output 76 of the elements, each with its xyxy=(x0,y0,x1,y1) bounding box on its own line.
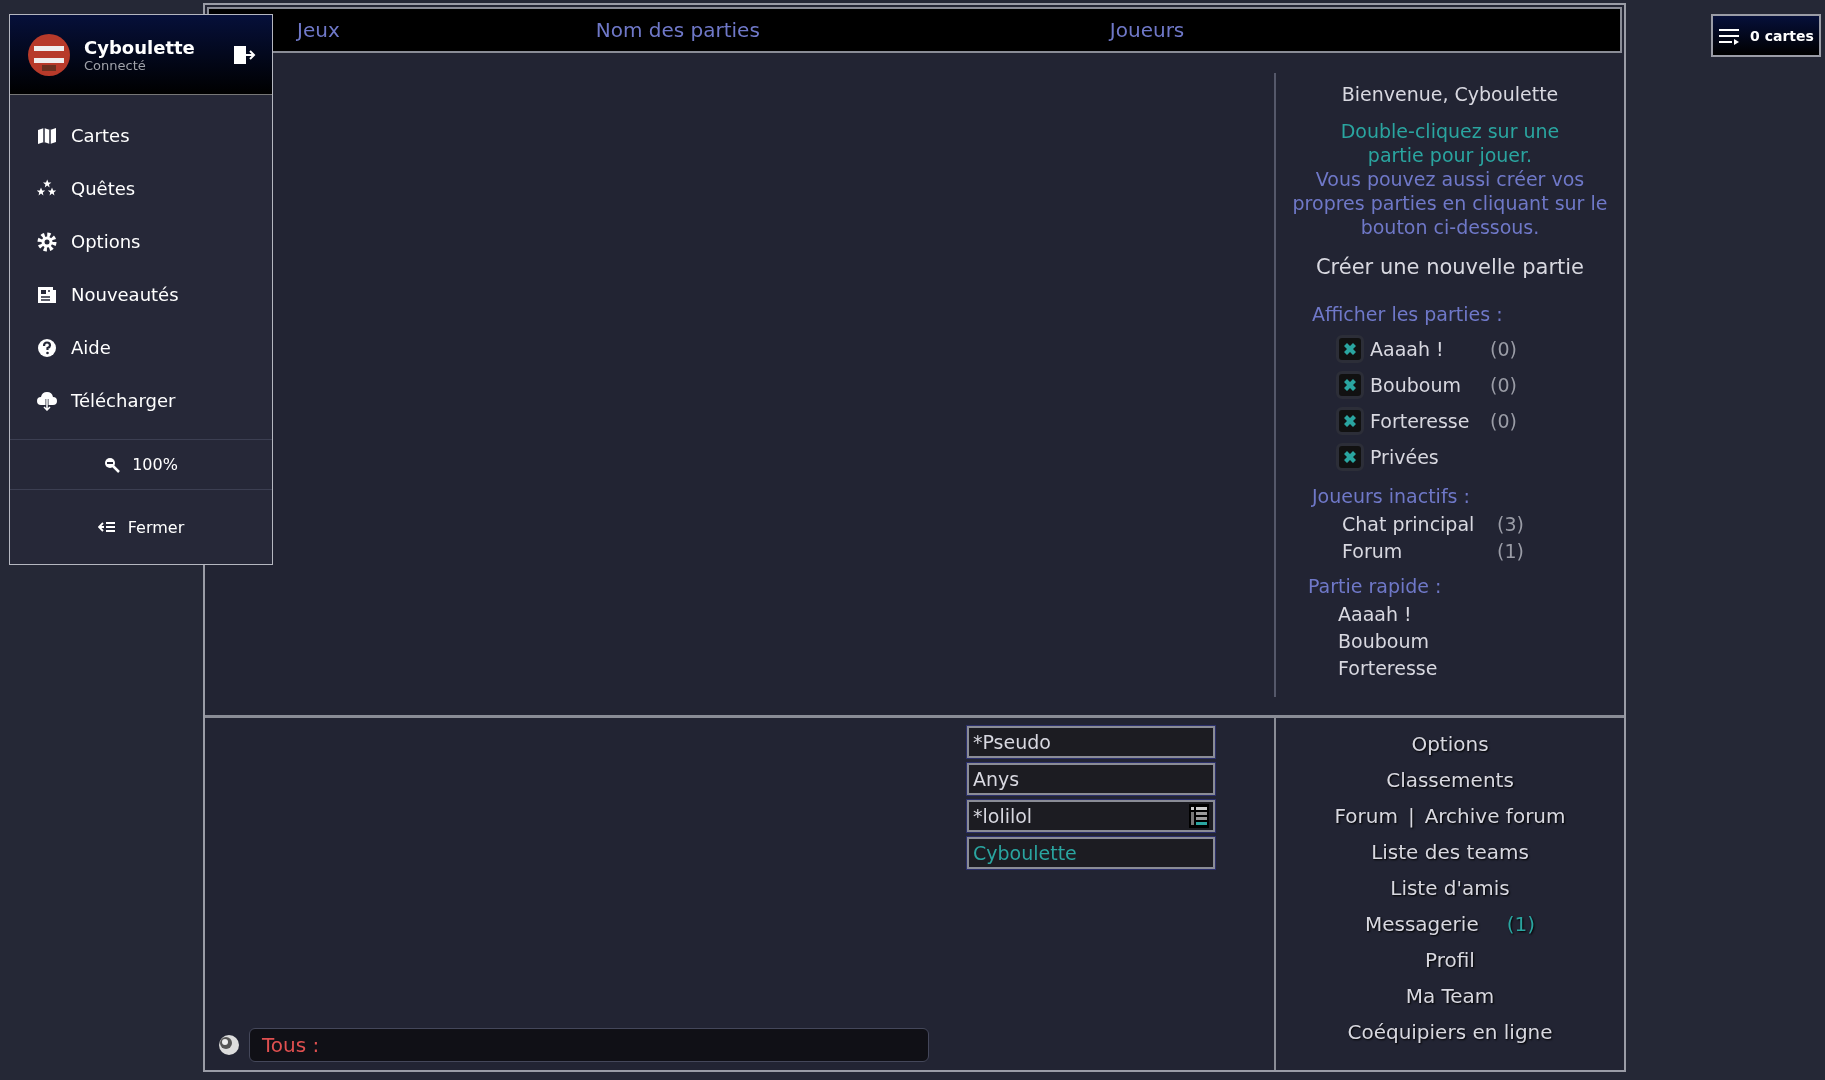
filter-label: Forteresse xyxy=(1370,410,1471,432)
menu-link[interactable]: Archive forum xyxy=(1424,804,1566,830)
filter-label: Aaaah ! xyxy=(1370,338,1445,360)
player-field[interactable]: *lolilol xyxy=(967,800,1215,832)
section-title: Joueurs inactifs : xyxy=(1312,485,1471,507)
filter-label: Bouboum xyxy=(1370,374,1462,396)
menu-link[interactable]: Liste d'amis xyxy=(1390,876,1510,902)
user-name: Cyboulette xyxy=(84,36,196,58)
list-icon xyxy=(1718,26,1741,45)
cloud-download-icon xyxy=(37,390,57,411)
player-field[interactable]: Anys xyxy=(967,763,1215,795)
player-name: Anys xyxy=(973,768,1020,790)
sphere-icon[interactable] xyxy=(218,1034,240,1056)
player-name: Cyboulette xyxy=(973,842,1077,864)
checkbox[interactable] xyxy=(1336,371,1364,399)
game-count: (0) xyxy=(1490,410,1517,432)
menu-item[interactable]: Télécharger xyxy=(10,374,272,427)
player-count: (3) xyxy=(1497,513,1524,537)
cards-button[interactable]: 0 cartes xyxy=(1711,14,1821,57)
menu-link[interactable]: Liste des teams xyxy=(1371,840,1529,866)
menu-item[interactable]: Quêtes xyxy=(10,162,272,215)
cross-icon xyxy=(1342,449,1358,465)
zoom-out-icon[interactable] xyxy=(104,456,121,473)
hint-text: Double-cliquez sur une partie pour jouer. xyxy=(1339,119,1561,167)
filter-label: Privées xyxy=(1370,446,1440,468)
checkbox[interactable] xyxy=(1336,407,1364,435)
list-icon[interactable] xyxy=(1189,804,1209,828)
avatar-icon xyxy=(28,33,70,76)
close-menu-button[interactable]: Fermer xyxy=(10,490,272,564)
logout-icon[interactable] xyxy=(234,44,256,65)
game-count: (0) xyxy=(1490,374,1517,396)
message-count: (1) xyxy=(1506,912,1536,938)
menu-item[interactable]: Options xyxy=(10,215,272,268)
welcome-text: Bienvenue, Cyboulette xyxy=(1341,83,1559,105)
quick-game-link[interactable]: Aaaah ! xyxy=(1338,603,1442,630)
user-status: Connecté xyxy=(84,57,146,73)
menu-link[interactable]: Coéquipiers en ligne xyxy=(1347,1020,1553,1046)
player-name: *lolilol xyxy=(973,805,1033,827)
player-count: (1) xyxy=(1497,540,1524,564)
separator: | xyxy=(1407,804,1415,830)
collapse-icon xyxy=(97,521,116,533)
player-name: *Pseudo xyxy=(973,731,1051,753)
checkbox[interactable] xyxy=(1336,335,1364,363)
player-field[interactable]: *Pseudo xyxy=(967,726,1215,758)
map-icon xyxy=(37,125,57,146)
settings-icon xyxy=(37,231,57,252)
menu-link[interactable]: Classements xyxy=(1386,768,1514,794)
checkbox[interactable] xyxy=(1336,443,1364,471)
cross-icon xyxy=(1342,341,1358,357)
menu-item[interactable]: Nouveautés xyxy=(10,268,272,321)
column-header[interactable]: Nom des parties xyxy=(595,18,760,42)
menu-item[interactable]: Aide xyxy=(10,321,272,374)
menu-link[interactable]: Ma Team xyxy=(1405,984,1495,1010)
menu-link[interactable]: Messagerie xyxy=(1364,912,1479,938)
section-title: Partie rapide : xyxy=(1308,575,1442,597)
player-field[interactable]: Cyboulette xyxy=(967,837,1215,869)
menu-link[interactable]: Options xyxy=(1411,732,1489,758)
quick-game-link[interactable]: Forteresse xyxy=(1338,657,1442,684)
cross-icon xyxy=(1342,413,1358,429)
menu-link[interactable]: Forum xyxy=(1334,804,1398,830)
chat-input[interactable]: Tous : xyxy=(249,1028,929,1062)
menu-link[interactable]: Profil xyxy=(1425,948,1475,974)
zoom-level: 100% xyxy=(132,455,178,474)
channel-link[interactable]: Forum xyxy=(1342,540,1497,567)
quick-game-link[interactable]: Bouboum xyxy=(1338,630,1442,657)
info-text: Vous pouvez aussi créer vos propres parties en cliquant sur le bouton ci-dessous. xyxy=(1291,167,1609,239)
cross-icon xyxy=(1342,377,1358,393)
help-icon xyxy=(37,337,57,358)
create-game-link[interactable]: Créer une nouvelle partie xyxy=(1315,255,1585,279)
menu-item[interactable]: Cartes xyxy=(10,109,272,162)
column-header[interactable]: Jeux xyxy=(297,18,340,42)
section-title: Afficher les parties : xyxy=(1312,303,1504,325)
channel-link[interactable]: Chat principal xyxy=(1342,513,1497,540)
column-header[interactable]: Joueurs xyxy=(1109,18,1185,42)
newspaper-icon xyxy=(37,284,57,305)
game-count: (0) xyxy=(1490,338,1517,360)
